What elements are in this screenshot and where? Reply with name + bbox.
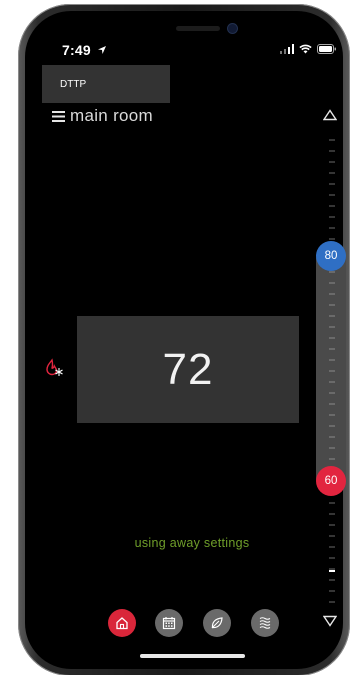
hamburger-menu-icon[interactable] (52, 111, 65, 122)
device-label: DTTP (60, 78, 87, 90)
leaf-icon (211, 617, 223, 629)
heat-setpoint-handle[interactable]: 60 (316, 466, 346, 496)
signal-icon (280, 44, 294, 54)
home-indicator[interactable] (140, 654, 245, 658)
scale-down-arrow-icon[interactable] (323, 615, 337, 627)
nav-fan-button[interactable] (251, 609, 279, 637)
battery-icon (317, 44, 336, 54)
fan-waves-icon (259, 617, 271, 629)
cool-setpoint-handle[interactable]: 80 (316, 241, 346, 271)
current-temperature-panel: 72 (77, 316, 299, 423)
status-message: using away settings (134, 536, 250, 550)
status-time: 7:49 (62, 42, 107, 58)
speaker-grille (176, 26, 220, 31)
nav-schedule-button[interactable] (155, 609, 183, 637)
status-time-text: 7:49 (62, 42, 91, 58)
device-selector[interactable]: DTTP (42, 65, 170, 103)
current-level-tick (329, 570, 335, 572)
wifi-icon (299, 44, 312, 54)
front-camera (228, 24, 237, 33)
location-arrow-icon (97, 46, 106, 54)
home-icon (116, 617, 128, 630)
current-temperature: 72 (162, 344, 214, 394)
heat-cool-mode-icon[interactable] (44, 358, 66, 380)
room-title: main room (70, 106, 154, 125)
nav-home-button[interactable] (108, 609, 136, 637)
cool-setpoint-value: 80 (324, 250, 338, 262)
status-indicators (280, 44, 337, 54)
temperature-scale-ticks (329, 139, 335, 603)
nav-eco-button[interactable] (203, 609, 231, 637)
calendar-icon (162, 617, 176, 630)
scale-up-arrow-icon[interactable] (323, 109, 337, 121)
heat-setpoint-value: 60 (324, 475, 338, 487)
